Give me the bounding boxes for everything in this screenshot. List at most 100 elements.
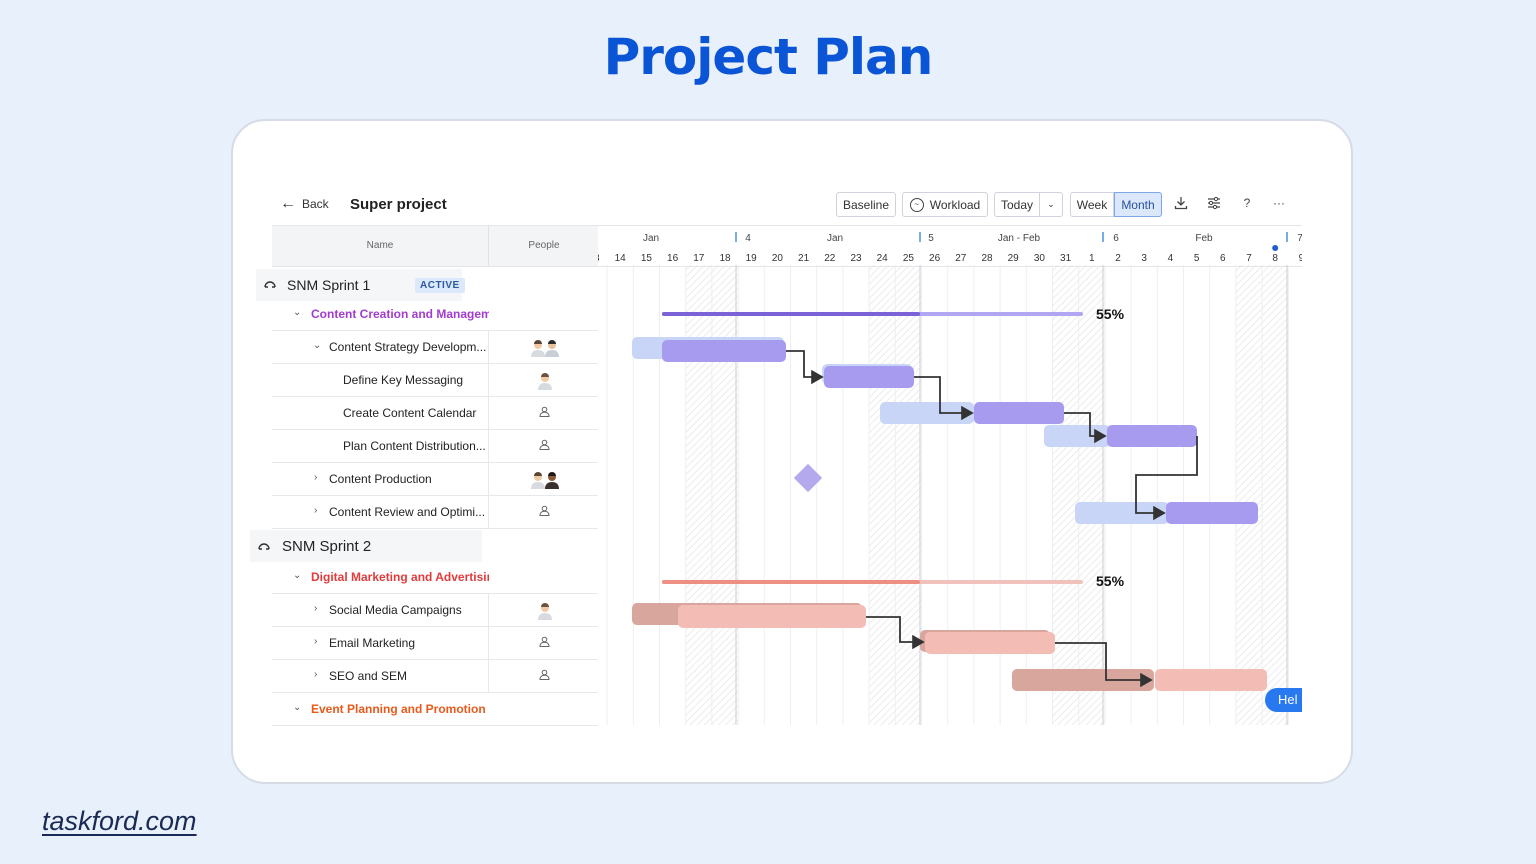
weekend-column xyxy=(711,265,739,725)
workload-label: Workload xyxy=(929,197,981,212)
timeline-day-label: 20 xyxy=(772,253,784,264)
today-label: Today xyxy=(1000,197,1034,212)
task-row[interactable]: › SEO and SEM xyxy=(272,660,598,693)
task-row[interactable]: › Content Production xyxy=(272,463,598,496)
timeline-day-label: 21 xyxy=(798,253,810,264)
user-placeholder-icon xyxy=(538,439,550,453)
task-row[interactable]: Define Key Messaging xyxy=(272,364,598,397)
arrow-left-icon: ← xyxy=(280,195,296,212)
user-placeholder-icon xyxy=(538,669,550,683)
task-bar[interactable] xyxy=(1107,425,1197,447)
footer-link[interactable]: taskford.com xyxy=(42,806,197,837)
people-cell[interactable] xyxy=(488,627,599,659)
timeline-day-label: 3 xyxy=(1141,253,1147,264)
group-progress-label: 55% xyxy=(1096,306,1125,322)
timeline-day-label: 17 xyxy=(693,253,705,264)
timeline-month-label: Jan xyxy=(643,233,659,244)
person-avatar-icon xyxy=(544,339,559,357)
task-bar[interactable] xyxy=(824,366,914,388)
chevron-right-icon[interactable]: › xyxy=(314,669,317,680)
user-placeholder-icon xyxy=(538,636,550,650)
task-name: Email Marketing xyxy=(329,636,416,650)
chevron-down-icon[interactable]: ⌄ xyxy=(293,570,301,581)
group-row[interactable]: ⌄ Digital Marketing and Advertisin xyxy=(272,561,598,594)
timeline-day-label: 18 xyxy=(719,253,731,264)
person-avatar-icon xyxy=(544,471,559,489)
sprint-icon xyxy=(257,539,271,556)
task-row[interactable]: Create Content Calendar xyxy=(272,397,598,430)
download-icon[interactable] xyxy=(1172,196,1190,213)
task-row[interactable]: › Content Review and Optimi... xyxy=(272,496,598,529)
task-row[interactable]: › Social Media Campaigns xyxy=(272,594,598,627)
more-icon[interactable]: ··· xyxy=(1270,196,1288,210)
week-button[interactable]: Week xyxy=(1070,192,1114,217)
people-cell[interactable] xyxy=(488,397,599,429)
people-cell[interactable] xyxy=(488,430,599,462)
sprint-name: SNM Sprint 1 xyxy=(287,277,371,293)
people-cell[interactable] xyxy=(488,594,599,626)
weekend-column xyxy=(869,265,896,725)
timeline-day-label: 6 xyxy=(1220,253,1226,264)
task-name: Content Review and Optimi... xyxy=(329,505,486,519)
weekend-column xyxy=(1052,265,1079,725)
weekend-column xyxy=(1235,265,1263,725)
chevron-right-icon[interactable]: › xyxy=(314,505,317,516)
help-chat-button[interactable]: Hel xyxy=(1265,688,1302,712)
workload-button[interactable]: ~ Workload xyxy=(902,192,988,217)
task-bar[interactable] xyxy=(1166,502,1258,524)
person-avatar-icon xyxy=(537,372,552,390)
task-name: Content Production xyxy=(329,472,432,486)
people-cell[interactable] xyxy=(488,463,599,495)
page-title: Project Plan xyxy=(603,28,934,86)
task-bar[interactable] xyxy=(925,632,1055,654)
group-row[interactable]: ⌄ Content Creation and Manageme xyxy=(272,298,598,331)
settings-sliders-icon[interactable] xyxy=(1205,196,1223,213)
sprint-row[interactable]: SNM Sprint 2 xyxy=(250,530,482,562)
timeline-day-label: 19 xyxy=(746,253,758,264)
people-cell[interactable] xyxy=(488,331,599,363)
timeline-month-label: 5 xyxy=(928,233,934,244)
task-row[interactable]: Plan Content Distribution... xyxy=(272,430,598,463)
task-row[interactable]: ⌄ Content Strategy Developm... xyxy=(272,331,598,364)
group-row[interactable]: ⌄ Event Planning and Promotion xyxy=(272,693,598,726)
chevron-right-icon[interactable]: › xyxy=(314,472,317,483)
week-label: Week xyxy=(1076,197,1108,212)
timeline-day-label: 30 xyxy=(1034,253,1046,264)
grid-header: Name People xyxy=(272,225,598,267)
back-button[interactable]: ← Back xyxy=(280,196,329,212)
chevron-down-icon[interactable]: ⌄ xyxy=(293,702,301,713)
task-bar[interactable] xyxy=(1155,669,1267,691)
task-row[interactable]: › Email Marketing xyxy=(272,627,598,660)
task-bar[interactable] xyxy=(662,340,786,362)
people-cell[interactable] xyxy=(488,660,599,692)
today-button[interactable]: Today xyxy=(994,192,1040,217)
toolbar: ← Back Super project Baseline ~ Workload… xyxy=(272,188,1302,224)
month-button[interactable]: Month xyxy=(1114,192,1162,217)
milestone-diamond[interactable] xyxy=(793,463,823,493)
task-bar[interactable] xyxy=(678,605,866,628)
timeline-day-label: 16 xyxy=(667,253,679,264)
status-badge: ACTIVE xyxy=(415,278,465,293)
chevron-down-icon[interactable]: ⌄ xyxy=(293,307,301,318)
timeline-day-label: 8 xyxy=(1272,253,1278,264)
person-avatar-icon xyxy=(530,339,545,357)
chevron-down-icon[interactable]: ⌄ xyxy=(313,340,321,351)
sprint-row[interactable]: SNM Sprint 1 ACTIVE xyxy=(256,269,465,301)
group-progress-label: 55% xyxy=(1096,573,1125,589)
task-name: Create Content Calendar xyxy=(343,406,477,420)
people-cell[interactable] xyxy=(488,496,599,528)
today-dropdown[interactable]: ⌄ xyxy=(1039,192,1063,217)
help-icon[interactable]: ? xyxy=(1238,196,1256,210)
timeline-day-label: 26 xyxy=(929,253,941,264)
timeline-day-label: 23 xyxy=(850,253,862,264)
timeline-day-label: 13 xyxy=(598,253,600,264)
task-bar[interactable] xyxy=(974,402,1064,424)
task-name: SEO and SEM xyxy=(329,669,408,683)
timeline-day-label: 31 xyxy=(1060,253,1072,264)
people-cell[interactable] xyxy=(488,364,599,396)
chevron-right-icon[interactable]: › xyxy=(314,603,317,614)
timeline-month-label: 7 xyxy=(1297,233,1302,244)
timeline-day-label: 25 xyxy=(903,253,915,264)
baseline-button[interactable]: Baseline xyxy=(836,192,896,217)
chevron-right-icon[interactable]: › xyxy=(314,636,317,647)
